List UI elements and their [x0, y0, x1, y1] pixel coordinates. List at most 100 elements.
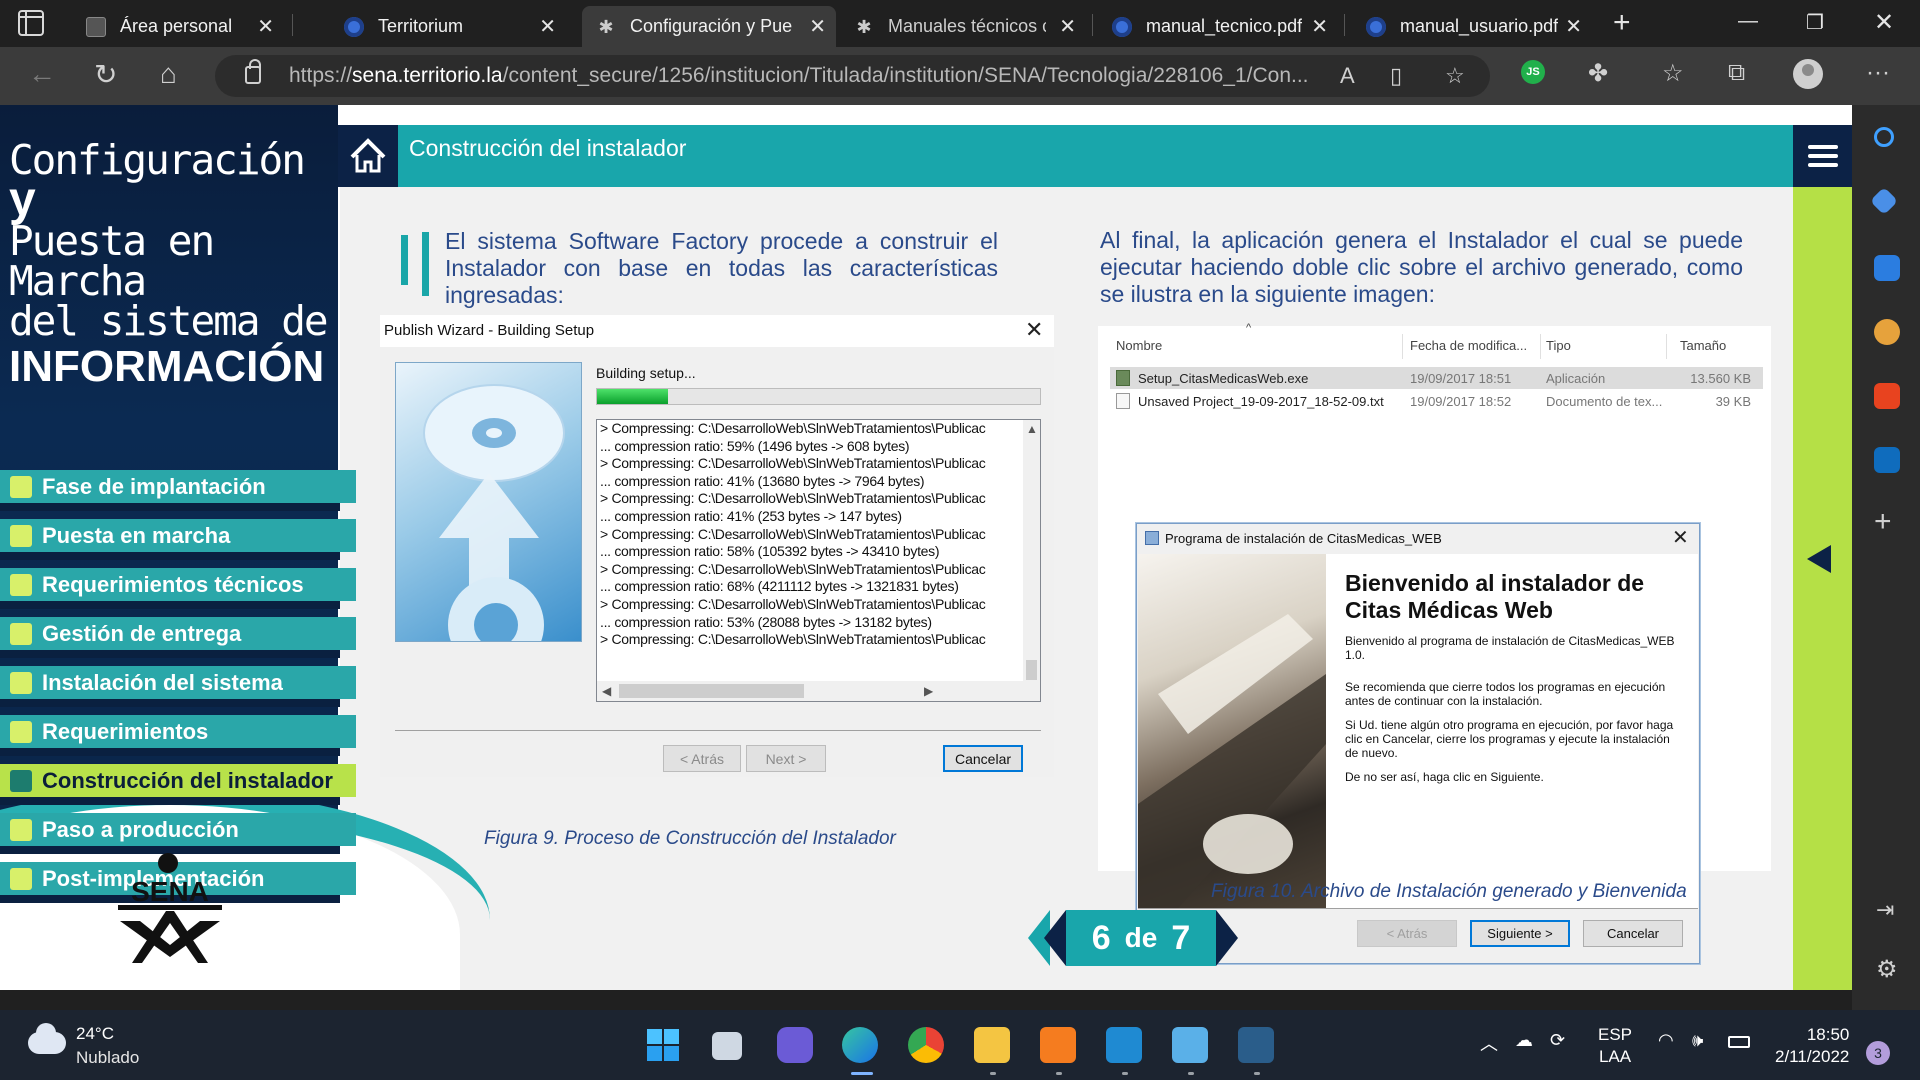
hide-sidebar-icon[interactable]: ⇥ — [1876, 897, 1894, 923]
tab-area-personal[interactable]: Área personal ✕ — [72, 6, 284, 47]
tab-label: Área personal — [120, 16, 233, 36]
collections-icon[interactable]: ⧉ — [1728, 59, 1745, 87]
scroll-right-icon: ▶ — [924, 684, 934, 698]
close-tab-icon[interactable]: ✕ — [809, 14, 826, 39]
add-sidebar-app-icon[interactable]: + — [1874, 505, 1892, 539]
close-tab-icon[interactable]: ✕ — [257, 14, 274, 39]
refresh-icon[interactable]: ↻ — [94, 58, 117, 91]
minimize-icon[interactable]: — — [1738, 10, 1758, 33]
installer-body: Bienvenido al instalador de Citas Médicas… — [1138, 554, 1698, 908]
next-page-arrow-icon[interactable] — [1216, 910, 1238, 966]
extension-js-icon[interactable]: JS — [1521, 60, 1545, 84]
extensions-icon[interactable]: ✤ — [1588, 59, 1608, 88]
column-size: Tamaño — [1680, 338, 1727, 353]
cloud-icon[interactable] — [28, 1023, 66, 1054]
installer-back-button: < Atrás — [1357, 920, 1457, 947]
page-indicator: 6 de 7 — [1066, 910, 1216, 966]
weather-description[interactable]: Nublado — [76, 1048, 139, 1068]
menu-button[interactable] — [1793, 125, 1852, 187]
prev-page-arrow-icon[interactable] — [1044, 910, 1066, 966]
wifi-icon[interactable]: ◠ — [1658, 1030, 1674, 1051]
open-app-indicator — [1254, 1072, 1260, 1075]
nav-item-construccion-instalador[interactable]: Construcción del instalador — [0, 764, 356, 805]
tools-icon[interactable] — [1874, 255, 1900, 281]
tab-territorium[interactable]: Territorium ✕ — [330, 6, 566, 47]
edge-icon[interactable] — [842, 1027, 878, 1063]
nav-item-requerimientos[interactable]: Requerimientos — [0, 715, 356, 756]
close-window-icon[interactable]: ✕ — [1874, 8, 1894, 37]
tab-separator — [1092, 14, 1093, 36]
log-line: ... compression ratio: 59% (1496 bytes -… — [600, 437, 910, 454]
language-indicator[interactable]: ESP LAA — [1598, 1024, 1632, 1068]
nav-item-puesta-en-marcha[interactable]: Puesta en marcha — [0, 519, 356, 560]
keyboard-mouse-photo — [1138, 614, 1326, 908]
favorites-icon[interactable]: ☆ — [1662, 59, 1684, 88]
update-sync-icon[interactable]: ⟳ — [1550, 1030, 1565, 1051]
sena-logo: SENA — [118, 853, 222, 963]
tab-configuracion-active[interactable]: ✱ Configuración y Pue ✕ — [582, 6, 836, 47]
notification-badge[interactable]: 3 — [1866, 1041, 1890, 1065]
more-options-icon[interactable]: ··· — [1866, 59, 1890, 87]
file-explorer-icon[interactable] — [974, 1027, 1010, 1063]
address-bar[interactable]: https://sena.territorio.la/content_secur… — [215, 55, 1490, 97]
nav-item-instalacion-sistema[interactable]: Instalación del sistema — [0, 666, 356, 707]
close-tab-icon[interactable]: ✕ — [539, 14, 556, 39]
back-icon[interactable]: ← — [28, 58, 56, 90]
tab-label: Configuración y Pue — [630, 16, 793, 36]
installer-close-icon: ✕ — [1672, 527, 1689, 549]
clock-time: 18:50 — [1806, 1025, 1850, 1044]
url-text[interactable]: https://sena.territorio.la/content_secur… — [289, 64, 1309, 88]
home-icon[interactable]: ⌂ — [160, 58, 177, 90]
xampp-icon[interactable] — [1040, 1027, 1076, 1063]
weather-temperature[interactable]: 24°C — [76, 1024, 114, 1044]
lock-icon[interactable] — [245, 59, 261, 84]
battery-icon[interactable] — [1728, 1036, 1750, 1048]
sidebar-settings-icon[interactable]: ⚙ — [1876, 955, 1898, 984]
wizard-title: Publish Wizard - Building Setup — [384, 322, 595, 339]
moodle-favicon-icon — [86, 16, 106, 37]
teams-chat-icon[interactable] — [777, 1027, 813, 1063]
nav-item-gestion-entrega[interactable]: Gestión de entrega — [0, 617, 356, 658]
wizard-separator — [395, 730, 1041, 731]
notepad-icon[interactable] — [1172, 1027, 1208, 1063]
search-icon[interactable] — [1874, 127, 1894, 147]
wizard-back-button: < Atrás — [663, 745, 741, 772]
file-size: 13.560 KB — [1690, 371, 1751, 386]
outlook-icon[interactable] — [1874, 447, 1900, 473]
nav-item-requerimientos-tecnicos[interactable]: Requerimientos técnicos — [0, 568, 356, 609]
office-icon[interactable] — [1874, 383, 1900, 409]
collapse-arrow-icon[interactable] — [1807, 545, 1831, 573]
cd-gear-illustration — [395, 362, 582, 642]
tab-manual-tecnico-pdf[interactable]: manual_tecnico.pdf ✕ — [1098, 6, 1338, 47]
start-icon[interactable] — [645, 1027, 681, 1063]
new-tab-icon[interactable]: + — [1613, 6, 1631, 40]
nav-item-paso-produccion[interactable]: Paso a producción — [0, 813, 356, 854]
close-tab-icon[interactable]: ✕ — [1059, 14, 1076, 39]
tab-manual-usuario-pdf[interactable]: manual_usuario.pdf ✕ — [1352, 6, 1592, 47]
games-icon[interactable] — [1874, 319, 1900, 345]
restore-icon[interactable]: ❐ — [1806, 10, 1824, 35]
text-file-icon — [1116, 393, 1130, 409]
add-favorite-icon[interactable]: ☆ — [1445, 63, 1465, 89]
scroll-left-icon: ◀ — [602, 684, 612, 698]
task-view-icon[interactable] — [712, 1032, 742, 1060]
clock[interactable]: 18:50 2/11/2022 — [1775, 1024, 1849, 1068]
nav-item-fase-implantacion[interactable]: Fase de implantación — [0, 470, 356, 511]
shopping-tag-icon[interactable] — [1869, 186, 1899, 216]
read-aloud-icon[interactable]: A — [1340, 63, 1355, 89]
profile-avatar[interactable] — [1793, 59, 1823, 89]
show-hidden-icons-icon[interactable]: ︿ — [1480, 1030, 1498, 1056]
log-line: ... compression ratio: 41% (253 bytes ->… — [600, 507, 902, 524]
heading-line-2: Citas Médicas Web — [1345, 597, 1553, 623]
cloud-sync-icon[interactable]: ☁ — [1515, 1030, 1533, 1051]
tab-manuales-tecnicos[interactable]: ✱ Manuales técnicos c ✕ — [840, 6, 1086, 47]
vscode-icon[interactable] — [1106, 1027, 1142, 1063]
mysql-workbench-icon[interactable] — [1238, 1027, 1274, 1063]
home-button[interactable] — [338, 125, 398, 187]
volume-icon[interactable]: 🕪 — [1692, 1030, 1703, 1051]
close-tab-icon[interactable]: ✕ — [1311, 14, 1328, 39]
immersive-reader-icon[interactable]: ▯ — [1390, 63, 1402, 89]
close-tab-icon[interactable]: ✕ — [1565, 14, 1582, 39]
chrome-icon[interactable] — [908, 1027, 944, 1063]
workspaces-icon[interactable] — [18, 10, 44, 36]
